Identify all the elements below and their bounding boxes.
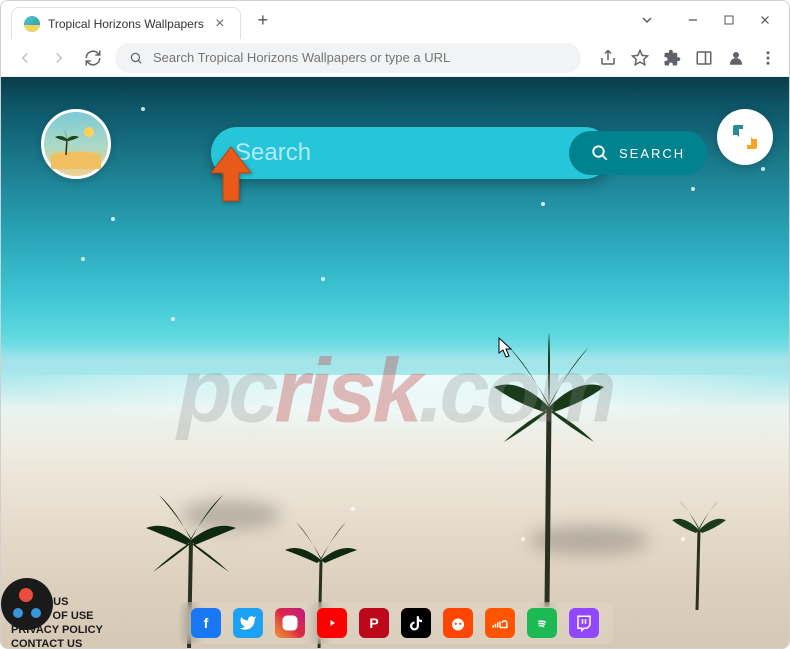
particle [141,107,145,111]
brand-logo[interactable] [41,109,111,179]
search-input[interactable] [211,139,569,167]
search-button-label: SEARCH [619,146,685,161]
footer-badge-icon[interactable] [1,578,53,630]
reload-button[interactable] [81,46,105,70]
maximize-button[interactable] [713,6,745,34]
browser-toolbar [1,39,789,77]
twitter-icon [239,614,257,632]
address-bar[interactable] [115,43,581,73]
dock-twitter[interactable] [233,608,263,638]
tab-title: Tropical Horizons Wallpapers [48,17,204,31]
instagram-icon [281,614,299,632]
palm-tree [669,490,729,610]
tab-close-button[interactable] [212,16,228,32]
dock-soundcloud[interactable] [485,608,515,638]
address-input[interactable] [153,50,567,65]
social-dock: f P [177,602,613,644]
tiktok-icon [407,614,425,632]
dock-twitch[interactable] [569,608,599,638]
contact-link[interactable]: CONTACT US [11,638,103,649]
close-window-button[interactable] [749,6,781,34]
extensions-button[interactable] [663,49,681,67]
bookmark-button[interactable] [631,49,649,67]
ocean-wave [1,346,789,376]
dock-instagram[interactable] [275,608,305,638]
search-icon [129,51,143,65]
annotation-arrow [206,145,256,210]
browser-window: Tropical Horizons Wallpapers [0,0,790,649]
tab-favicon [24,16,40,32]
dock-facebook[interactable]: f [191,608,221,638]
beach-foam [1,375,789,435]
twitch-icon [575,614,593,632]
search-icon [591,144,609,162]
new-tab-button[interactable] [249,6,277,34]
pinterest-icon: P [369,615,378,631]
spotify-icon [533,614,551,632]
particle [111,217,115,221]
minimize-button[interactable] [677,6,709,34]
particle [321,277,325,281]
particle [171,317,175,321]
particle [691,187,695,191]
window-controls [641,1,781,39]
forward-button[interactable] [47,46,71,70]
particle [81,257,85,261]
palm-tree [489,327,609,607]
dock-tiktok[interactable] [401,608,431,638]
dock-pinterest[interactable]: P [359,608,389,638]
youtube-icon [323,614,341,632]
toolbar-actions [599,49,777,67]
browser-tab[interactable]: Tropical Horizons Wallpapers [11,7,241,39]
refresh-wallpaper-button[interactable] [717,109,773,165]
dock-reddit[interactable] [443,608,473,638]
menu-button[interactable] [759,49,777,67]
back-button[interactable] [13,46,37,70]
search-bar: SEARCH [211,127,611,179]
reddit-icon [449,614,467,632]
dock-spotify[interactable] [527,608,557,638]
tab-search-button[interactable] [631,6,663,34]
titlebar: Tropical Horizons Wallpapers [1,1,789,39]
sidepanel-button[interactable] [695,49,713,67]
particle [761,167,765,171]
particle [541,202,545,206]
dock-youtube[interactable] [317,608,347,638]
mouse-cursor [498,337,514,364]
search-button[interactable]: SEARCH [569,131,707,175]
facebook-icon: f [204,615,209,631]
page-content: pcrisk.com SEARCH ABOUT US [1,77,789,649]
soundcloud-icon [491,614,509,632]
share-button[interactable] [599,49,617,67]
profile-button[interactable] [727,49,745,67]
